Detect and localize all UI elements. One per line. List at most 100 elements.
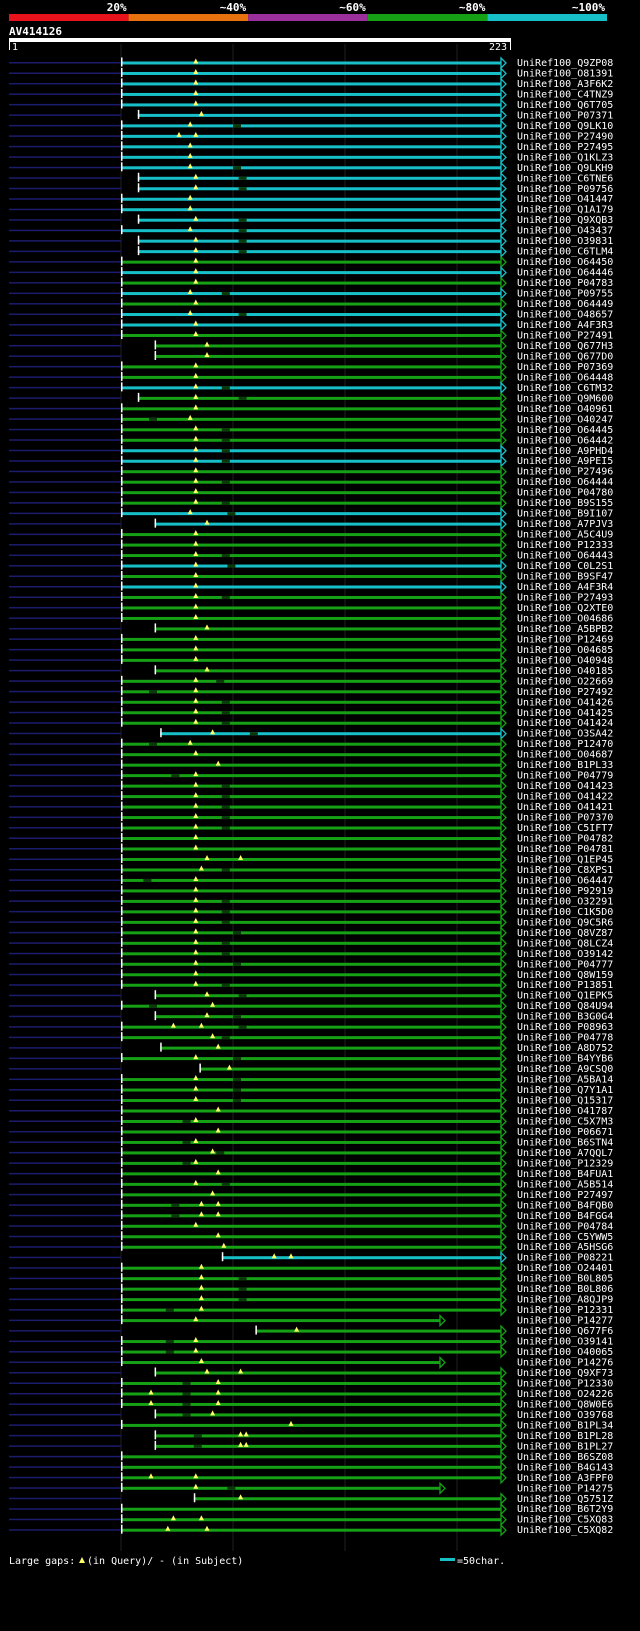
hit-row[interactable]: UniRef100_B9SF47 <box>9 569 613 584</box>
hit-label[interactable]: UniRef100_P04777 <box>517 959 613 970</box>
hit-label[interactable]: UniRef100_A3FPF0 <box>517 1473 613 1484</box>
hit-row[interactable]: UniRef100_O41421 <box>9 800 613 814</box>
hit-label[interactable]: UniRef100_Q1EPK5 <box>517 991 613 1002</box>
hit-row[interactable]: UniRef100_O04687 <box>9 748 613 762</box>
hit-label[interactable]: UniRef100_Q8W0E6 <box>517 1399 613 1410</box>
hit-label[interactable]: UniRef100_C5X7M3 <box>517 1116 613 1127</box>
hit-label[interactable]: UniRef100_O24401 <box>517 1263 613 1274</box>
hit-row[interactable]: UniRef100_Q677F6 <box>9 1324 613 1338</box>
hit-row[interactable]: UniRef100_C5XQ82 <box>9 1523 613 1537</box>
hit-row[interactable]: UniRef100_C5X7M3 <box>9 1114 613 1129</box>
hit-label[interactable]: UniRef100_A8QJP9 <box>517 1295 613 1306</box>
hit-label[interactable]: UniRef100_Q1KLZ3 <box>517 152 613 163</box>
hit-label[interactable]: UniRef100_C5YWW5 <box>517 1232 613 1243</box>
hit-label[interactable]: UniRef100_P12469 <box>517 634 613 645</box>
hit-row[interactable]: UniRef100_O22669 <box>9 674 613 688</box>
hit-row[interactable]: UniRef100_B6T2Y9 <box>9 1502 613 1516</box>
hit-label[interactable]: UniRef100_O43437 <box>517 226 613 237</box>
hit-row[interactable]: UniRef100_Q9ZP08 <box>9 56 613 70</box>
hit-row[interactable]: UniRef100_P08221 <box>9 1251 613 1265</box>
hit-label[interactable]: UniRef100_C5XQ82 <box>517 1525 613 1536</box>
hit-row[interactable]: UniRef100_P06671 <box>9 1125 613 1139</box>
hit-label[interactable]: UniRef100_A7PJV3 <box>517 519 613 530</box>
hit-row[interactable]: UniRef100_O41424 <box>9 716 613 730</box>
hit-label[interactable]: UniRef100_P04778 <box>517 1033 613 1044</box>
hit-row[interactable]: UniRef100_O40247 <box>9 412 613 426</box>
hit-label[interactable]: UniRef100_O41423 <box>517 781 613 792</box>
hit-label[interactable]: UniRef100_O41426 <box>517 697 613 708</box>
hit-row[interactable]: UniRef100_A9CSQ0 <box>9 1062 613 1076</box>
hit-label[interactable]: UniRef100_Q9XF73 <box>517 1368 613 1379</box>
hit-row[interactable]: UniRef100_C6TLM4 <box>9 245 613 259</box>
hit-row[interactable]: UniRef100_P04782 <box>9 831 613 846</box>
hit-label[interactable]: UniRef100_Q8W159 <box>517 970 613 981</box>
hit-label[interactable]: UniRef100_A5C4U9 <box>517 530 613 541</box>
hit-label[interactable]: UniRef100_P06671 <box>517 1127 613 1138</box>
hit-row[interactable]: UniRef100_P27490 <box>9 129 613 143</box>
hit-label[interactable]: UniRef100_A8D752 <box>517 1043 613 1054</box>
hit-row[interactable]: UniRef100_B1PL27 <box>9 1439 613 1453</box>
hit-label[interactable]: UniRef100_P27493 <box>517 592 613 603</box>
hit-row[interactable]: UniRef100_B4FQB0 <box>9 1198 613 1212</box>
hit-row[interactable]: UniRef100_Q677D0 <box>9 349 613 364</box>
hit-row[interactable]: UniRef100_O48657 <box>9 307 613 322</box>
hit-row[interactable]: UniRef100_C6TM32 <box>9 381 613 395</box>
hit-label[interactable]: UniRef100_O41422 <box>517 792 613 803</box>
hit-row[interactable]: UniRef100_A5BPB2 <box>9 622 613 636</box>
hit-row[interactable]: UniRef100_Q5751Z <box>9 1492 613 1506</box>
hit-label[interactable]: UniRef100_P07370 <box>517 813 613 824</box>
hit-row[interactable]: UniRef100_O64448 <box>9 370 613 384</box>
hit-row[interactable]: UniRef100_A8D752 <box>9 1041 613 1055</box>
hit-label[interactable]: UniRef100_P08963 <box>517 1022 613 1033</box>
hit-label[interactable]: UniRef100_O41424 <box>517 718 613 729</box>
hit-row[interactable]: UniRef100_Q84U94 <box>9 999 613 1013</box>
hit-label[interactable]: UniRef100_O64444 <box>517 477 613 488</box>
hit-label[interactable]: UniRef100_P14277 <box>517 1316 613 1327</box>
hit-label[interactable]: UniRef100_P04781 <box>517 844 613 855</box>
hit-row[interactable]: UniRef100_P12333 <box>9 538 613 552</box>
hit-row[interactable]: UniRef100_O04686 <box>9 611 613 626</box>
hit-label[interactable]: UniRef100_B1PL33 <box>517 760 613 771</box>
hit-label[interactable]: UniRef100_B4FQB0 <box>517 1200 613 1211</box>
hit-row[interactable]: UniRef100_C6TNE6 <box>9 171 613 185</box>
hit-row[interactable]: UniRef100_A5BA14 <box>9 1072 613 1087</box>
hit-label[interactable]: UniRef100_P07369 <box>517 362 613 373</box>
hit-label[interactable]: UniRef100_O64449 <box>517 299 613 310</box>
hit-label[interactable]: UniRef100_Q1A179 <box>517 205 613 216</box>
hit-label[interactable]: UniRef100_Q1EP45 <box>517 854 613 865</box>
hit-row[interactable]: UniRef100_O41426 <box>9 695 613 709</box>
hit-label[interactable]: UniRef100_B4YYB6 <box>517 1054 613 1065</box>
hit-row[interactable]: UniRef100_P14275 <box>9 1481 613 1495</box>
hit-row[interactable]: UniRef100_C5YWW5 <box>9 1230 613 1244</box>
hit-row[interactable]: UniRef100_O64447 <box>9 873 613 888</box>
hit-label[interactable]: UniRef100_C6TNE6 <box>517 173 613 184</box>
hit-label[interactable]: UniRef100_O04687 <box>517 750 613 761</box>
hit-row[interactable]: UniRef100_O41447 <box>9 192 613 206</box>
hit-label[interactable]: UniRef100_Q6T705 <box>517 100 613 111</box>
hit-label[interactable]: UniRef100_P27490 <box>517 131 613 142</box>
hit-row[interactable]: UniRef100_O41787 <box>9 1104 613 1118</box>
hit-label[interactable]: UniRef100_O3SA42 <box>517 729 613 740</box>
hit-label[interactable]: UniRef100_P04780 <box>517 488 613 499</box>
hit-row[interactable]: UniRef100_P27493 <box>9 590 613 605</box>
hit-label[interactable]: UniRef100_A7QQL7 <box>517 1148 613 1159</box>
hit-label[interactable]: UniRef100_P12333 <box>517 540 613 551</box>
hit-label[interactable]: UniRef100_Q9LK10 <box>517 121 613 132</box>
hit-label[interactable]: UniRef100_C4TNZ9 <box>517 89 613 100</box>
hit-label[interactable]: UniRef100_P09756 <box>517 184 613 195</box>
hit-label[interactable]: UniRef100_O64442 <box>517 435 613 446</box>
hit-row[interactable]: UniRef100_P27497 <box>9 1188 613 1202</box>
hit-label[interactable]: UniRef100_A4F3R4 <box>517 582 613 593</box>
hit-row[interactable]: UniRef100_P07370 <box>9 810 613 825</box>
hit-row[interactable]: UniRef100_P08963 <box>9 1020 613 1034</box>
hit-row[interactable]: UniRef100_P12470 <box>9 737 613 751</box>
hit-row[interactable]: UniRef100_O43437 <box>9 224 613 238</box>
hit-row[interactable]: UniRef100_A3FPF0 <box>9 1471 613 1485</box>
hit-row[interactable]: UniRef100_B1PL28 <box>9 1429 613 1443</box>
hit-label[interactable]: UniRef100_O48657 <box>517 310 613 321</box>
hit-row[interactable]: UniRef100_A9PEI5 <box>9 454 613 468</box>
hit-label[interactable]: UniRef100_Q84U94 <box>517 1001 613 1012</box>
hit-row[interactable]: UniRef100_C8XPS1 <box>9 863 613 877</box>
hit-row[interactable]: UniRef100_P09755 <box>9 286 613 301</box>
hit-row[interactable]: UniRef100_O3SA42 <box>9 727 613 741</box>
